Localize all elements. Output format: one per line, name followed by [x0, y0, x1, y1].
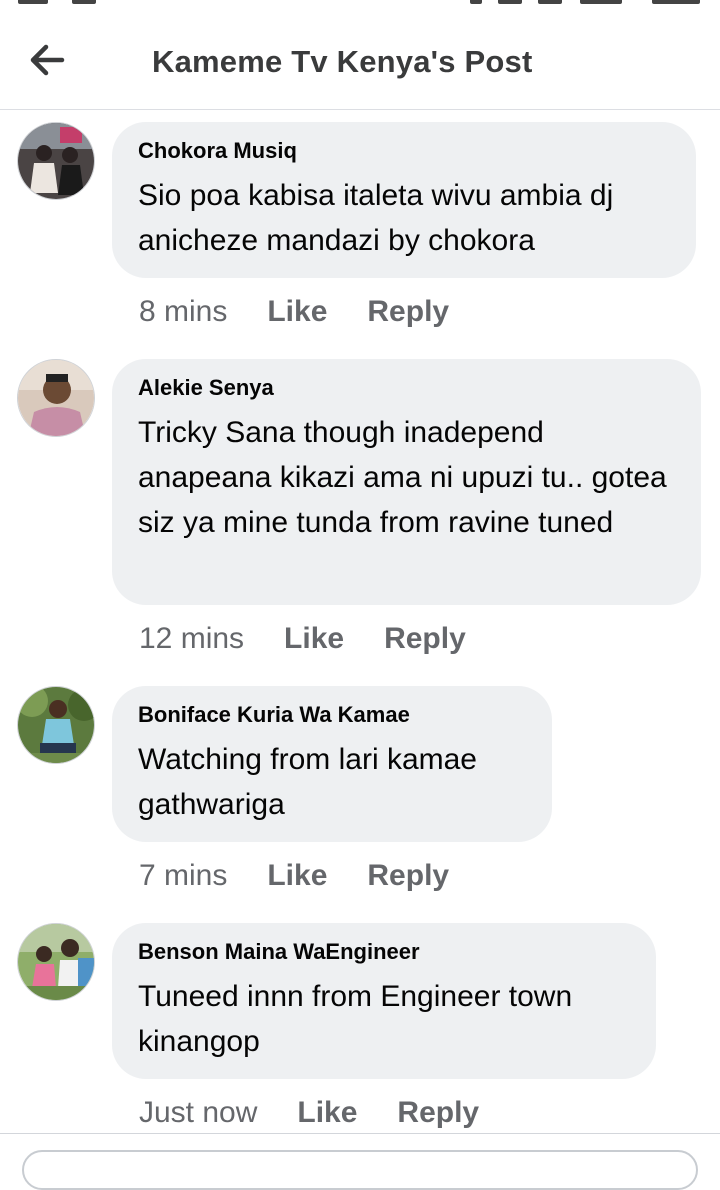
signal-icon — [538, 0, 562, 4]
like-button[interactable]: Like — [267, 859, 327, 893]
comment-text: Tricky Sana though inadepend anapeana ki… — [138, 416, 667, 539]
like-button[interactable]: Like — [297, 1096, 357, 1130]
comment-author[interactable]: Boniface Kuria Wa Kamae — [138, 702, 526, 728]
comment-time[interactable]: 12 mins — [139, 622, 244, 656]
page-title: Kameme Tv Kenya's Post — [152, 44, 533, 79]
comment-bubble: Benson Maina WaEngineer Tuneed innn from… — [112, 923, 656, 1079]
comment-time[interactable]: Just now — [139, 1096, 257, 1130]
reply-button[interactable]: Reply — [397, 1096, 479, 1130]
status-bar — [0, 0, 720, 8]
avatar-photo — [18, 687, 94, 763]
comment-actions: 12 mins Like Reply — [139, 619, 466, 659]
comment-text: Watching from lari kamae gathwariga — [138, 743, 477, 821]
avatar[interactable] — [17, 686, 95, 764]
comment-time[interactable]: 7 mins — [139, 859, 227, 893]
wifi-icon — [470, 0, 482, 4]
like-button[interactable]: Like — [267, 295, 327, 329]
avatar[interactable] — [17, 122, 95, 200]
comment-author[interactable]: Alekie Senya — [138, 375, 675, 401]
battery-icon — [580, 0, 622, 4]
reply-button[interactable]: Reply — [367, 295, 449, 329]
comment-actions: Just now Like Reply — [139, 1093, 479, 1133]
comment-author[interactable]: Benson Maina WaEngineer — [138, 939, 630, 965]
comment-input[interactable] — [22, 1150, 698, 1190]
back-button[interactable] — [26, 38, 70, 82]
comment-time[interactable]: 8 mins — [139, 295, 227, 329]
reply-button[interactable]: Reply — [384, 622, 466, 656]
clock — [652, 0, 700, 4]
comment-author[interactable]: Chokora Musiq — [138, 138, 670, 164]
status-icon — [18, 0, 48, 4]
comment-bubble: Chokora Musiq Sio poa kabisa italeta wiv… — [112, 122, 696, 278]
reply-button[interactable]: Reply — [367, 859, 449, 893]
comment-actions: 8 mins Like Reply — [139, 292, 449, 332]
avatar[interactable] — [17, 923, 95, 1001]
arrow-left-icon — [30, 44, 65, 76]
divider — [0, 1133, 720, 1134]
signal-icon — [498, 0, 522, 4]
comment-actions: 7 mins Like Reply — [139, 856, 449, 896]
app-header: Kameme Tv Kenya's Post — [0, 8, 720, 110]
avatar-photo — [18, 924, 94, 1000]
avatar[interactable] — [17, 359, 95, 437]
avatar-photo — [18, 123, 94, 199]
like-button[interactable]: Like — [284, 622, 344, 656]
status-icon — [72, 0, 96, 4]
comment-text: Sio poa kabisa italeta wivu ambia dj ani… — [138, 179, 614, 257]
comment-text: Tuneed innn from Engineer town kinangop — [138, 980, 573, 1058]
comment-bubble: Boniface Kuria Wa Kamae Watching from la… — [112, 686, 552, 842]
comment-bubble: Alekie Senya Tricky Sana though inadepen… — [112, 359, 701, 605]
avatar-photo — [18, 360, 94, 436]
